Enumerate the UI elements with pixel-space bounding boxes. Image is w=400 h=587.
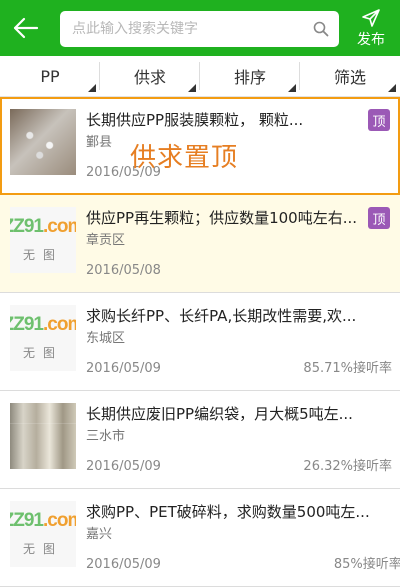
list-item[interactable]: ZZ91.com 无图 供应PP再生颗粒；供应数量100吨左右... 章贡区 2… xyxy=(0,195,400,293)
item-date: 2016/05/09 xyxy=(86,361,161,376)
pinned-badge: 顶 xyxy=(368,109,390,131)
no-image-placeholder: ZZ91.com 无图 xyxy=(10,207,76,273)
dropdown-triangle-icon xyxy=(188,84,196,92)
placeholder-text: 无图 xyxy=(22,248,63,262)
item-title: 求购长纤PP、长纤PA,长期改性需要,欢... xyxy=(86,307,357,325)
item-location: 嘉兴 xyxy=(86,527,113,542)
item-location: 章贡区 xyxy=(86,233,126,248)
item-content: 供应PP再生颗粒；供应数量100吨左右... 章贡区 2016/05/08 xyxy=(76,195,400,292)
listing-list: 长期供应PP服装膜颗粒， 颗粒... 鄞县 2016/05/09 顶 供求置顶 … xyxy=(0,97,400,587)
publish-label: 发布 xyxy=(357,32,385,48)
placeholder-logo: ZZ91.com xyxy=(10,510,76,531)
answer-rate: 26.32%接听率 xyxy=(303,459,392,474)
search-box[interactable] xyxy=(60,11,339,47)
dropdown-triangle-icon xyxy=(288,84,296,92)
list-item[interactable]: 长期供应废旧PP编织袋，月大概5吨左... 三水市 2016/05/09 26.… xyxy=(0,391,400,489)
placeholder-text: 无图 xyxy=(22,542,63,556)
item-date: 2016/05/08 xyxy=(86,263,161,278)
pinned-overlay-label: 供求置顶 xyxy=(130,143,239,173)
send-icon xyxy=(362,9,380,27)
item-date: 2016/05/09 xyxy=(86,459,161,474)
placeholder-text: 无图 xyxy=(22,346,63,360)
item-content: 求购PP、PET破碎料，求购数量500吨左... 嘉兴 2016/05/09 8… xyxy=(76,489,400,586)
filter-category[interactable]: PP xyxy=(0,56,100,96)
dropdown-triangle-icon xyxy=(388,84,396,92)
item-title: 长期供应PP服装膜颗粒， 颗粒... xyxy=(86,111,304,129)
product-thumbnail xyxy=(10,109,76,175)
filter-supply-demand[interactable]: 供求 xyxy=(100,56,200,96)
filter-sort-label: 排序 xyxy=(233,68,266,87)
back-arrow-icon xyxy=(13,17,39,39)
filter-bar: PP 供求 排序 筛选 xyxy=(0,56,400,97)
list-item[interactable]: 长期供应PP服装膜颗粒， 颗粒... 鄞县 2016/05/09 顶 供求置顶 xyxy=(0,97,400,195)
item-content: 长期供应废旧PP编织袋，月大概5吨左... 三水市 2016/05/09 26.… xyxy=(76,391,400,488)
placeholder-logo: ZZ91.com xyxy=(10,314,76,335)
dropdown-triangle-icon xyxy=(88,84,96,92)
product-thumbnail xyxy=(10,403,76,469)
answer-rate: 85.71%接听率 xyxy=(303,361,392,376)
search-icon[interactable] xyxy=(303,11,339,47)
filter-category-label: PP xyxy=(40,66,60,86)
placeholder-logo: ZZ91.com xyxy=(10,216,76,237)
pinned-badge: 顶 xyxy=(368,207,390,229)
list-item[interactable]: ZZ91.com 无图 求购PP、PET破碎料，求购数量500吨左... 嘉兴 … xyxy=(0,489,400,587)
no-image-placeholder: ZZ91.com 无图 xyxy=(10,501,76,567)
item-title: 求购PP、PET破碎料，求购数量500吨左... xyxy=(86,503,370,521)
back-button[interactable] xyxy=(0,0,52,56)
filter-screen[interactable]: 筛选 xyxy=(300,56,400,96)
filter-screen-label: 筛选 xyxy=(333,68,366,87)
item-title: 供应PP再生颗粒；供应数量100吨左右... xyxy=(86,209,358,227)
filter-supply-demand-label: 供求 xyxy=(133,68,166,87)
top-bar: 发布 xyxy=(0,0,400,56)
item-location: 东城区 xyxy=(86,331,126,346)
item-date: 2016/05/09 xyxy=(86,557,161,572)
list-item[interactable]: ZZ91.com 无图 求购长纤PP、长纤PA,长期改性需要,欢... 东城区 … xyxy=(0,293,400,391)
filter-sort[interactable]: 排序 xyxy=(200,56,300,96)
answer-rate: 85%接听率 xyxy=(333,557,400,572)
no-image-placeholder: ZZ91.com 无图 xyxy=(10,305,76,371)
publish-button[interactable]: 发布 xyxy=(350,8,392,50)
item-location: 三水市 xyxy=(86,429,126,444)
item-title: 长期供应废旧PP编织袋，月大概5吨左... xyxy=(86,405,353,423)
item-content: 求购长纤PP、长纤PA,长期改性需要,欢... 东城区 2016/05/09 8… xyxy=(76,293,400,390)
search-input[interactable] xyxy=(72,21,303,37)
